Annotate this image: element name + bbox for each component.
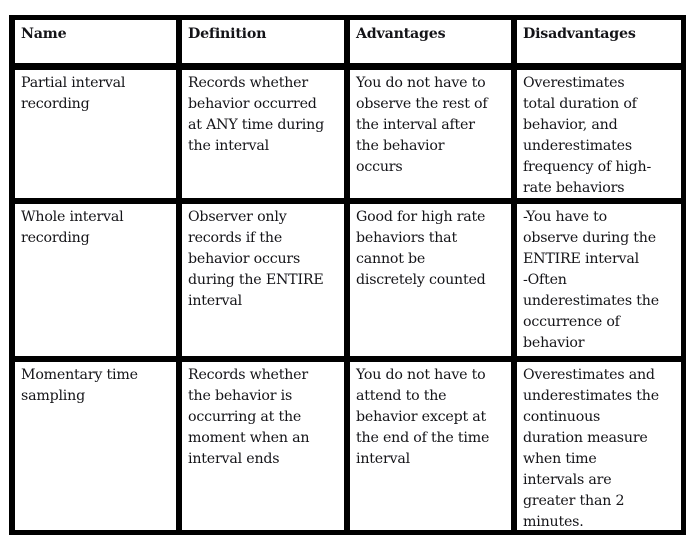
row-2-disadvantages: -You have to observe during the ENTIRE i… — [517, 204, 681, 356]
row-3-name: Momentary time sampling — [15, 362, 176, 530]
header-name: Name — [15, 20, 176, 63]
row-3-advantages: You do not have to attend to the behavio… — [350, 362, 511, 530]
header-advantages: Advantages — [350, 20, 511, 63]
row-2-definition: Observer only records if the behavior oc… — [182, 204, 344, 356]
header-definition: Definition — [182, 20, 344, 63]
row-2-name: Whole interval recording — [15, 204, 176, 356]
row-1-name: Partial interval recording — [15, 70, 176, 198]
comparison-table: Name Definition Advantages Disadvantages… — [9, 15, 686, 535]
row-1-definition: Records whether behavior occurred at ANY… — [182, 70, 344, 198]
row-3-disadvantages: Overestimates and underestimates the con… — [517, 362, 681, 530]
header-disadvantages: Disadvantages — [517, 20, 681, 63]
row-1-advantages: You do not have to observe the rest of t… — [350, 70, 511, 198]
row-3-definition: Records whether the behavior is occurrin… — [182, 362, 344, 530]
row-1-disadvantages: Overestimates total duration of behavior… — [517, 70, 681, 198]
row-2-advantages: Good for high rate behaviors that cannot… — [350, 204, 511, 356]
